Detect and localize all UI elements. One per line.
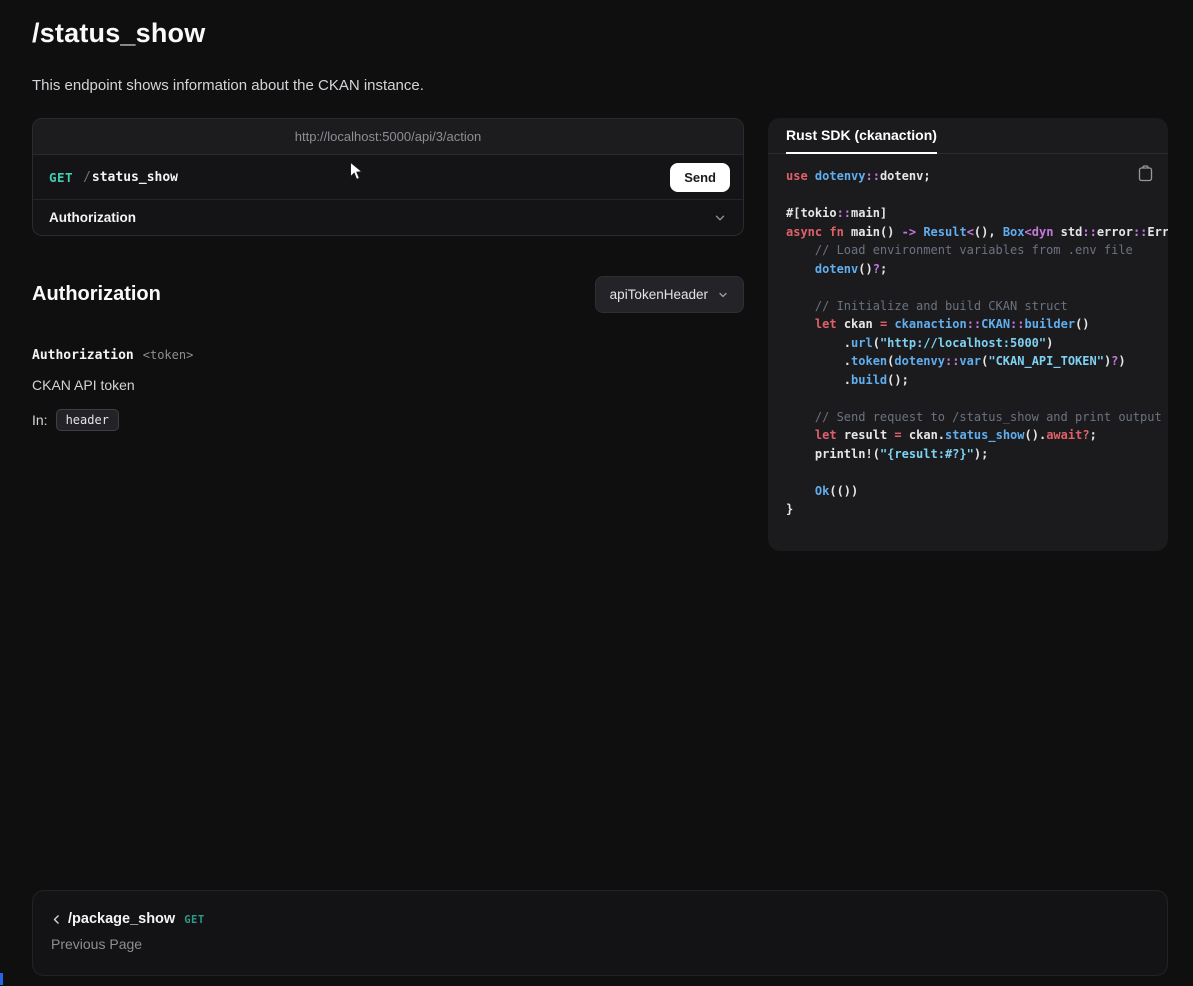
auth-param-name: Authorization [32,348,134,363]
code-line: // Load environment variables from .env … [786,241,1168,260]
code-line: // Send request to /status_show and prin… [786,408,1168,427]
in-value-badge: header [56,409,119,431]
sdk-tab-bar: Rust SDK (ckanaction) [768,118,1168,154]
clipboard-icon [1138,170,1153,185]
code-line [786,278,1168,297]
code-line: async fn main() -> Result<(), Box<dyn st… [786,223,1168,242]
code-line: println!("{result:#?}"); [786,445,1168,464]
prev-page-card[interactable]: /package_show GET Previous Page [32,890,1168,976]
code-line: } [786,500,1168,519]
code-line: dotenv()?; [786,260,1168,279]
chevron-down-icon [713,211,727,225]
auth-param-description: CKAN API token [32,377,135,393]
authorization-section-header: Authorization apiTokenHeader [32,276,744,313]
auth-param-in-row: In: header [32,409,119,431]
authorization-collapse-row[interactable]: Authorization [33,199,743,235]
focus-indicator [0,973,3,985]
base-url: http://localhost:5000/api/3/action [33,119,743,155]
auth-scheme-dropdown[interactable]: apiTokenHeader [595,276,744,313]
auth-param-type: <token> [143,348,194,362]
page-description: This endpoint shows information about th… [32,77,424,94]
chevron-down-icon [717,289,729,301]
in-label: In: [32,412,48,428]
path-name: status_show [92,170,178,185]
code-line: // Initialize and build CKAN struct [786,297,1168,316]
prev-page-title-row: /package_show GET [50,911,1147,927]
path-slash: / [83,170,91,185]
code-block: use dotenvy::dotenv; #[tokio::main]async… [786,167,1168,519]
authorization-collapse-label: Authorization [49,210,136,225]
code-line: Ok(()) [786,482,1168,501]
code-line: .url("http://localhost:5000") [786,334,1168,353]
send-button[interactable]: Send [670,163,730,192]
code-line: let ckan = ckanaction::CKAN::builder() [786,315,1168,334]
auth-scheme-value: apiTokenHeader [610,287,708,302]
code-line [786,389,1168,408]
code-body: use dotenvy::dotenv; #[tokio::main]async… [768,154,1168,551]
code-line: #[tokio::main] [786,204,1168,223]
prev-page-title: /package_show [68,911,175,927]
request-card: http://localhost:5000/api/3/action GET /… [32,118,744,236]
code-line: let result = ckan.status_show().await?; [786,426,1168,445]
request-row: GET /status_show Send [33,155,743,199]
page-title: /status_show [32,18,205,49]
prev-page-method: GET [184,912,204,926]
sdk-code-panel: Rust SDK (ckanaction) use dotenvy::doten… [768,118,1168,551]
request-path: /status_show [83,170,178,185]
auth-param-row: Authorization <token> [32,346,193,364]
authorization-heading: Authorization [32,283,161,306]
chevron-left-icon [50,913,63,926]
code-line: use dotenvy::dotenv; [786,167,1168,186]
code-line: .token(dotenvy::var("CKAN_API_TOKEN")?) [786,352,1168,371]
tab-rust-sdk[interactable]: Rust SDK (ckanaction) [786,118,937,154]
code-line [786,463,1168,482]
http-method-badge: GET [49,170,73,185]
code-line: .build(); [786,371,1168,390]
copy-button[interactable] [1136,163,1155,187]
prev-page-label: Previous Page [51,936,1147,952]
code-line [786,186,1168,205]
